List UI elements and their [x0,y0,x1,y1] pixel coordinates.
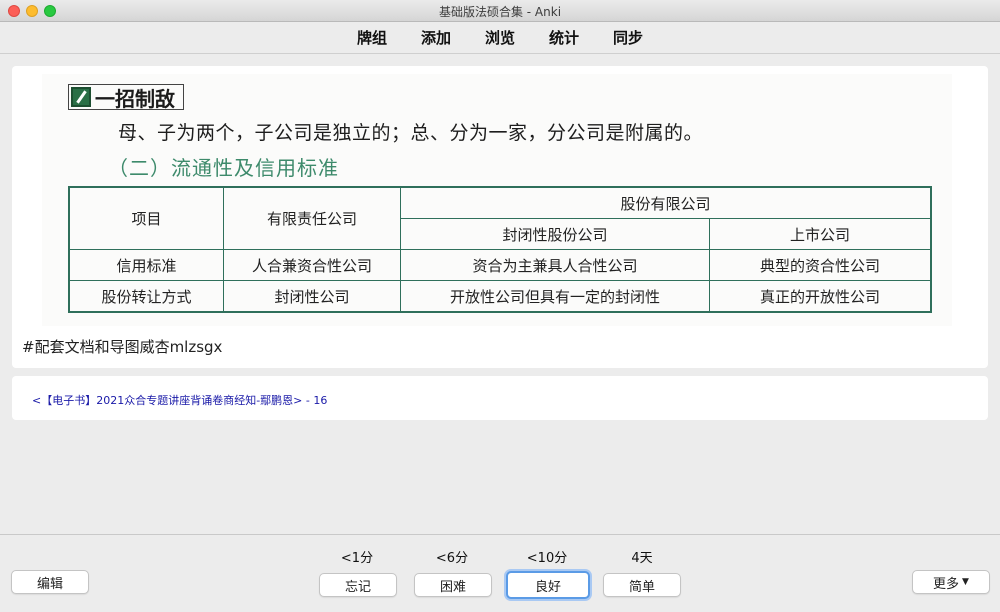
toolbar-stats[interactable]: 统计 [547,27,581,48]
window-title: 基础版法硕合集 - Anki [438,5,562,19]
toolbar-sync[interactable]: 同步 [611,27,645,48]
good-button[interactable]: 良好 [506,571,590,599]
section-title: （二）流通性及信用标准 [108,156,339,180]
source-link[interactable]: <【电子书】2021众合专题讲座背诵卷商经知-鄢鹏恩> [32,394,302,407]
header-item: 项目 [68,186,224,250]
toolbar-add[interactable]: 添加 [419,27,453,48]
table-row: 信用标准 人合兼资合性公司 资合为主兼具人合性公司 典型的资合性公司 [68,249,932,281]
interval-easy: 4天 [631,551,653,566]
header-listed-company: 上市公司 [709,218,932,250]
header-closed-company: 封闭性股份公司 [400,218,710,250]
edit-button[interactable]: 编辑 [11,570,89,594]
title-bar: 基础版法硕合集 - Anki [0,0,1000,22]
table-cell: 开放性公司但具有一定的封闭性 [400,280,710,313]
tip-text: 母、子为两个，子公司是独立的；总、分为一家，分公司是附属的。 [118,122,704,144]
interval-hard: <6分 [435,551,469,566]
table-cell: 人合兼资合性公司 [223,249,401,281]
again-button[interactable]: 忘记 [319,573,397,597]
header-llc: 有限责任公司 [223,186,401,250]
toolbar-decks[interactable]: 牌组 [355,27,389,48]
book-page-image: 一招制敌 母、子为两个，子公司是独立的；总、分为一家，分公司是附属的。 （二）流… [42,74,952,326]
source-line: <【电子书】2021众合专题讲座背诵卷商经知-鄢鹏恩> - 16 [32,392,327,408]
toolbar-browse[interactable]: 浏览 [483,27,517,48]
source-panel: <【电子书】2021众合专题讲座背诵卷商经知-鄢鹏恩> - 16 [12,376,988,420]
table-cell: 信用标准 [68,249,224,281]
card-content: 一招制敌 母、子为两个，子公司是独立的；总、分为一家，分公司是附属的。 （二）流… [12,66,988,368]
table-cell: 真正的开放性公司 [709,280,932,313]
caret-down-icon: ▼ [962,577,969,587]
easy-button[interactable]: 简单 [603,573,681,597]
main-toolbar: 牌组 添加 浏览 统计 同步 [0,22,1000,54]
comparison-table: 项目 有限责任公司 股份有限公司 封闭性股份公司 上市公司 信用标准 人合兼资合… [68,186,932,313]
header-jsc: 股份有限公司 [400,186,932,219]
pencil-icon [71,87,91,107]
more-label: 更多 [933,576,960,592]
table-cell: 资合为主兼具人合性公司 [400,249,710,281]
answer-bar: 编辑 <1分 忘记 <6分 困难 <10分 良好 4天 简单 更多 ▼ [0,534,1000,612]
tip-heading: 一招制敌 [68,84,184,111]
tip-title: 一招制敌 [95,86,175,111]
tag-text: #配套文档和导图威杏mlzsgx [22,338,223,356]
source-page: - 16 [302,394,328,407]
table-cell: 封闭性公司 [223,280,401,313]
more-button[interactable]: 更多 ▼ [912,570,990,594]
table-row: 股份转让方式 封闭性公司 开放性公司但具有一定的封闭性 真正的开放性公司 [68,280,932,313]
table-cell: 典型的资合性公司 [709,249,932,281]
hard-button[interactable]: 困难 [414,573,492,597]
interval-good: <10分 [526,551,568,566]
interval-again: <1分 [340,551,374,566]
table-cell: 股份转让方式 [68,280,224,313]
